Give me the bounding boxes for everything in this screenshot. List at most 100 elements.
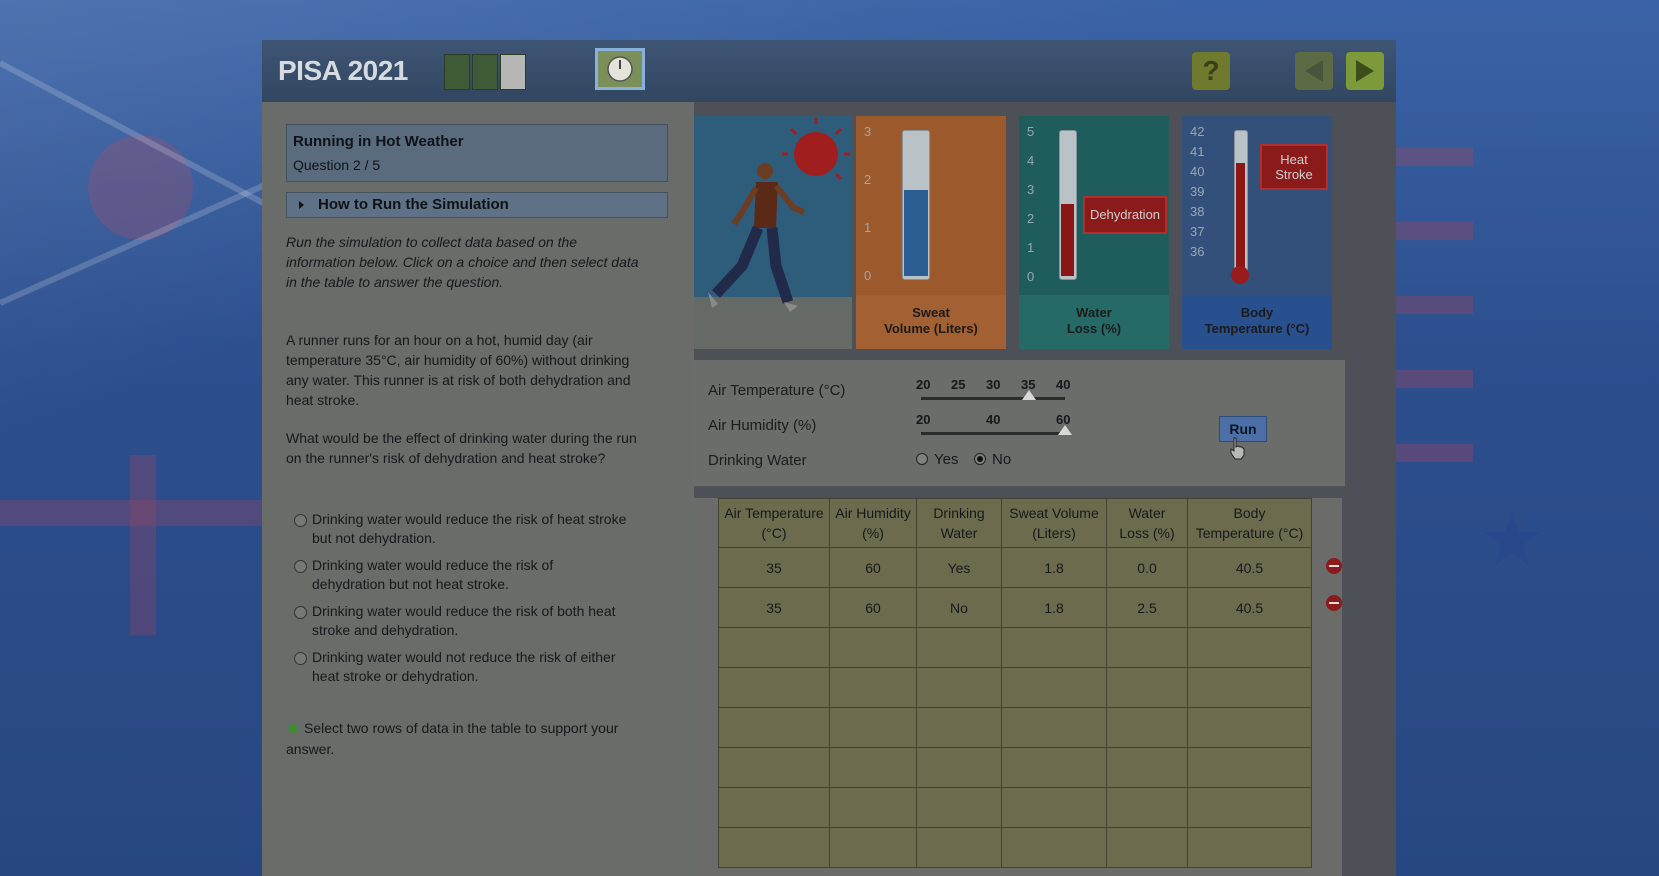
table-cell[interactable] — [718, 747, 830, 788]
table-row[interactable] — [718, 627, 1312, 668]
answer-choice[interactable]: Drinking water would reduce the risk of … — [294, 602, 682, 640]
table-cell[interactable]: Yes — [916, 547, 1002, 588]
drinking-yes-option[interactable]: Yes — [916, 451, 958, 468]
table-cell[interactable] — [916, 707, 1002, 748]
table-cell[interactable]: 35 — [718, 547, 830, 588]
column-header: Water Loss (%) — [1106, 498, 1188, 548]
air-temperature-slider[interactable] — [921, 397, 1065, 400]
intro-line: information below. Click on a choice and… — [286, 254, 639, 270]
table-cell[interactable] — [829, 667, 917, 708]
table-cell[interactable] — [1001, 707, 1107, 748]
gauge-tick: 0 — [1027, 269, 1035, 284]
table-cell[interactable] — [829, 747, 917, 788]
table-cell[interactable]: 60 — [829, 587, 917, 628]
answer-choice[interactable]: Drinking water would reduce the risk of … — [294, 510, 682, 548]
table-cell[interactable] — [1106, 627, 1188, 668]
table-cell[interactable] — [1187, 747, 1312, 788]
table-cell[interactable] — [718, 627, 830, 668]
table-cell[interactable] — [916, 747, 1002, 788]
table-cell[interactable]: 35 — [718, 587, 830, 628]
help-button[interactable]: ? — [1192, 52, 1230, 90]
air-temperature-slider-thumb[interactable] — [1022, 390, 1036, 400]
choice-line: Drinking water would not reduce the risk… — [312, 649, 616, 665]
answer-choice[interactable]: Drinking water would reduce the risk of … — [294, 556, 682, 594]
drinking-no-option[interactable]: No — [974, 451, 1011, 468]
radio-button[interactable] — [294, 606, 307, 619]
table-cell[interactable] — [1187, 827, 1312, 868]
table-cell[interactable] — [1187, 707, 1312, 748]
intro-line: in the table to answer the question. — [286, 274, 504, 290]
column-header: Body Temperature (°C) — [1187, 498, 1312, 548]
runner-illustration — [694, 116, 852, 349]
table-row[interactable] — [718, 747, 1312, 788]
table-cell[interactable] — [1001, 627, 1107, 668]
timer-button[interactable] — [595, 48, 645, 90]
table-cell[interactable] — [1106, 747, 1188, 788]
table-cell[interactable] — [1001, 747, 1107, 788]
table-cell[interactable] — [718, 667, 830, 708]
gauge-tick: 36 — [1190, 244, 1205, 259]
table-cell[interactable] — [829, 827, 917, 868]
gauge-tick: 2 — [864, 172, 872, 187]
table-cell[interactable]: 60 — [829, 547, 917, 588]
table-cell[interactable] — [916, 787, 1002, 828]
table-row[interactable] — [718, 667, 1312, 708]
table-cell[interactable] — [1106, 787, 1188, 828]
radio-button[interactable] — [294, 560, 307, 573]
table-cell[interactable] — [718, 707, 830, 748]
column-header: Air Temperature (°C) — [718, 498, 830, 548]
previous-button[interactable] — [1295, 52, 1333, 90]
table-row[interactable]: 35 60 No 1.8 2.5 40.5 — [718, 587, 1312, 628]
table-cell[interactable] — [829, 627, 917, 668]
progress-segment — [444, 54, 470, 90]
table-cell[interactable] — [1106, 667, 1188, 708]
table-cell[interactable] — [1106, 827, 1188, 868]
radio-button[interactable] — [294, 652, 307, 665]
star-decoration — [1484, 512, 1540, 566]
gauge-tick: 0 — [864, 268, 872, 283]
table-cell[interactable] — [718, 827, 830, 868]
flag-stripe-decoration — [1395, 148, 1473, 166]
remove-row-button[interactable] — [1326, 558, 1342, 574]
table-cell[interactable]: No — [916, 587, 1002, 628]
table-cell[interactable] — [829, 707, 917, 748]
table-cell[interactable] — [1106, 707, 1188, 748]
table-cell[interactable]: 40.5 — [1187, 547, 1312, 588]
scenario-text: A runner runs for an hour on a hot, humi… — [286, 330, 674, 410]
table-cell[interactable] — [829, 787, 917, 828]
radio-button-selected[interactable] — [974, 453, 986, 465]
table-cell[interactable] — [1187, 627, 1312, 668]
table-cell[interactable]: 2.5 — [1106, 587, 1188, 628]
table-cell[interactable] — [1001, 787, 1107, 828]
air-humidity-slider[interactable] — [921, 432, 1065, 435]
table-cell[interactable]: 40.5 — [1187, 587, 1312, 628]
table-cell[interactable] — [1001, 667, 1107, 708]
air-temperature-label: Air Temperature (°C) — [708, 382, 846, 399]
answer-choice[interactable]: Drinking water would not reduce the risk… — [294, 648, 682, 686]
radio-button[interactable] — [294, 514, 307, 527]
radio-button[interactable] — [916, 453, 928, 465]
table-cell[interactable] — [916, 667, 1002, 708]
table-cell[interactable] — [916, 627, 1002, 668]
table-cell[interactable] — [1187, 787, 1312, 828]
instruction-line: answer. — [286, 741, 335, 757]
table-cell[interactable] — [916, 827, 1002, 868]
table-cell[interactable]: 1.8 — [1001, 587, 1107, 628]
table-cell[interactable]: 0.0 — [1106, 547, 1188, 588]
hand-cursor-icon — [1230, 437, 1245, 460]
table-row[interactable]: 35 60 Yes 1.8 0.0 40.5 — [718, 547, 1312, 588]
table-row[interactable] — [718, 707, 1312, 748]
top-bar: PISA 2021 ? — [262, 40, 1396, 102]
how-to-run-toggle[interactable]: How to Run the Simulation — [286, 192, 668, 218]
next-button[interactable] — [1346, 52, 1384, 90]
table-cell[interactable] — [1187, 667, 1312, 708]
prompt-line: on the runner's risk of dehydration and … — [286, 450, 606, 466]
table-cell[interactable] — [1001, 827, 1107, 868]
simulation-controls: Air Temperature (°C) 20 25 30 35 40 Air … — [694, 360, 1345, 487]
table-cell[interactable]: 1.8 — [1001, 547, 1107, 588]
remove-row-button[interactable] — [1326, 595, 1342, 611]
air-humidity-slider-thumb[interactable] — [1058, 425, 1072, 435]
table-row[interactable] — [718, 827, 1312, 868]
table-row[interactable] — [718, 787, 1312, 828]
table-cell[interactable] — [718, 787, 830, 828]
